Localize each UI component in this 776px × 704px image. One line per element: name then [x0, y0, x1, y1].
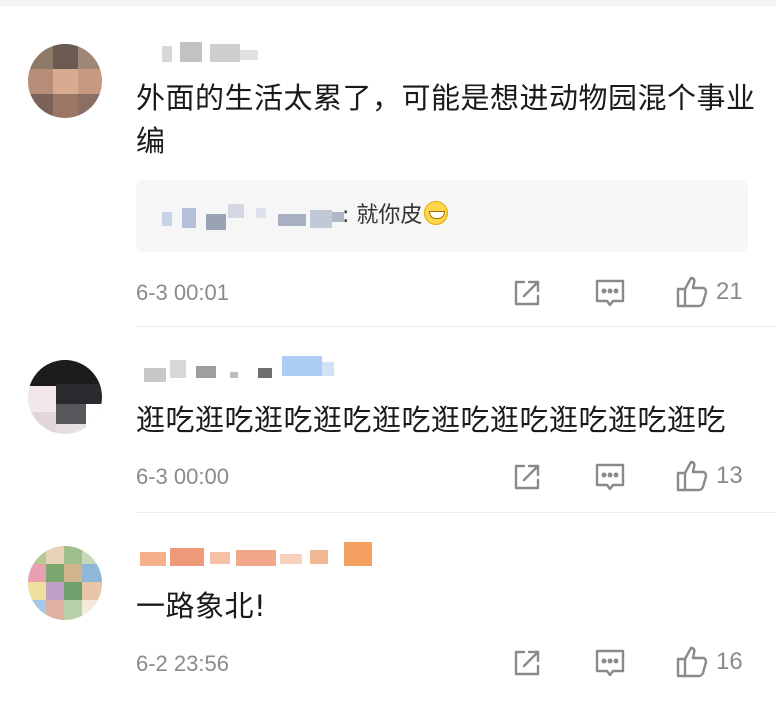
comment-icon — [595, 279, 625, 307]
avatar[interactable] — [28, 546, 102, 620]
comment-icon — [595, 463, 625, 491]
username-blurred[interactable] — [140, 356, 340, 382]
grinning-emoji-icon — [424, 201, 449, 225]
comment-icon — [595, 649, 625, 677]
timestamp: 6-3 00:01 — [136, 280, 229, 305]
thumbs-up-icon — [676, 276, 708, 308]
username-blurred[interactable] — [140, 542, 380, 568]
like-button[interactable]: 13 — [674, 458, 743, 494]
reply-content: : 就你皮 — [342, 200, 449, 232]
like-button[interactable]: 21 — [674, 274, 743, 310]
top-separator — [0, 0, 776, 6]
like-count: 13 — [716, 462, 743, 489]
avatar[interactable] — [28, 360, 102, 434]
thumbs-up-icon — [676, 460, 708, 492]
like-count: 21 — [716, 278, 743, 305]
divider — [136, 326, 776, 327]
reply-username-blurred — [160, 204, 350, 232]
comment-text: 逛吃逛吃逛吃逛吃逛吃逛吃逛吃逛吃逛吃逛吃 — [136, 403, 727, 437]
share-icon — [514, 280, 540, 306]
comment-text: 一路象北! — [136, 589, 267, 623]
reply-box[interactable]: : 就你皮 — [136, 180, 748, 252]
share-button[interactable] — [510, 276, 544, 310]
comment-button[interactable] — [593, 276, 627, 310]
timestamp: 6-3 00:00 — [136, 464, 229, 489]
avatar[interactable] — [28, 44, 102, 118]
share-icon — [514, 650, 540, 676]
comment-text: 外面的生活太累了，可能是想进动物园混个事业编 — [136, 81, 756, 158]
share-button[interactable] — [510, 460, 544, 494]
share-button[interactable] — [510, 646, 544, 680]
username-blurred[interactable] — [140, 42, 270, 68]
like-button[interactable]: 16 — [674, 644, 743, 680]
share-icon — [514, 464, 540, 490]
reply-text: : 就你皮 — [342, 203, 423, 228]
thumbs-up-icon — [676, 646, 708, 678]
comment-button[interactable] — [593, 646, 627, 680]
like-count: 16 — [716, 648, 743, 675]
divider — [136, 512, 776, 513]
timestamp: 6-2 23:56 — [136, 651, 229, 676]
comment-button[interactable] — [593, 460, 627, 494]
